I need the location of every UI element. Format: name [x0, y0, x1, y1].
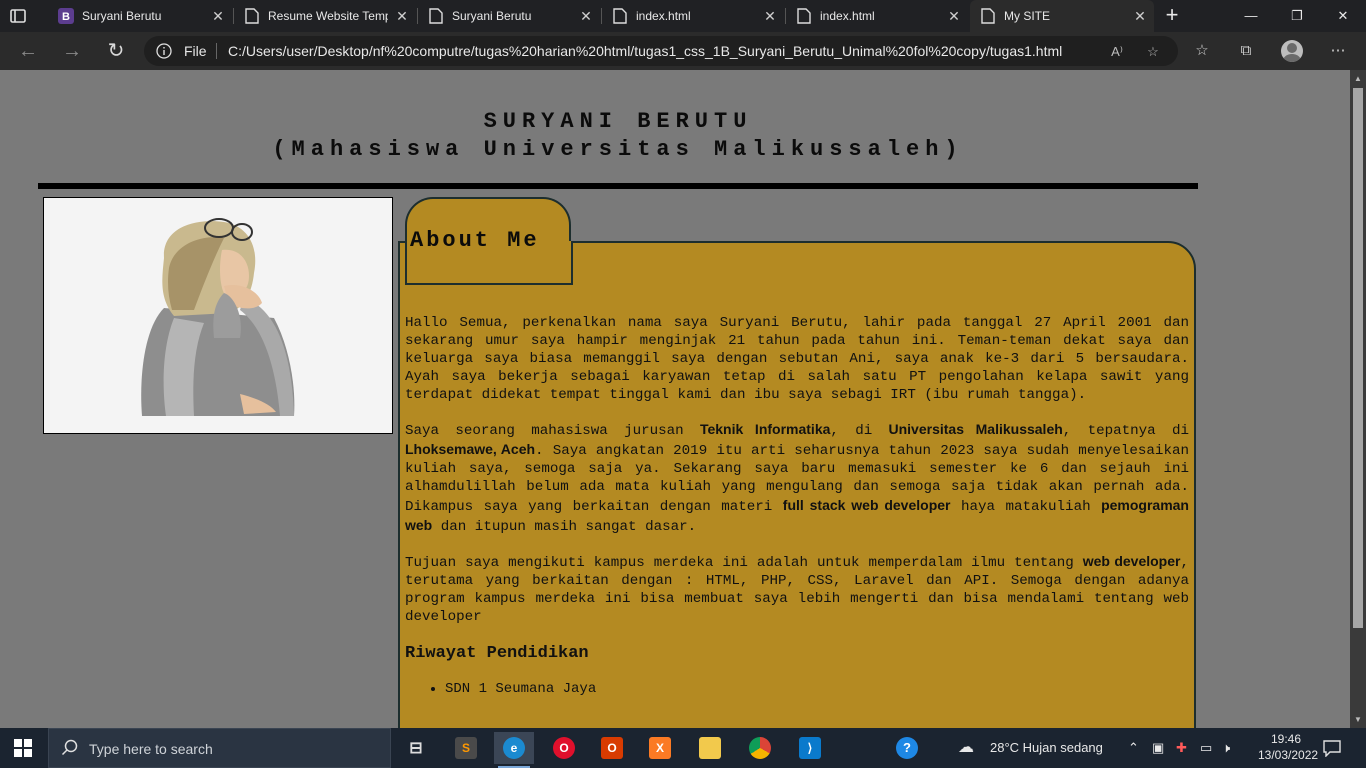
- document-icon: [428, 8, 444, 24]
- browser-tab[interactable]: Suryani Berutu ✕: [418, 0, 600, 32]
- windows-taskbar: Type here to search ⊟ S e O O X ⟩ ? ☁ 28…: [0, 728, 1366, 768]
- taskbar-app-vscode[interactable]: ⟩: [790, 732, 830, 764]
- page-viewport: SURYANI BERUTU (Mahasiswa Universitas Ma…: [0, 70, 1350, 728]
- volume-icon[interactable]: 🕨: [1222, 728, 1230, 768]
- read-aloud-icon[interactable]: A⁾: [1108, 43, 1126, 61]
- search-icon: [61, 739, 78, 756]
- page-scrollbar[interactable]: ▲ ▼: [1350, 70, 1366, 728]
- edge-icon: e: [503, 737, 525, 759]
- task-view-button[interactable]: ⊟: [396, 732, 436, 764]
- header-subtitle: (Mahasiswa Universitas Malikussaleh): [272, 137, 964, 162]
- favorites-icon[interactable]: ☆: [1192, 41, 1212, 61]
- browser-tab[interactable]: index.html ✕: [786, 0, 968, 32]
- tab-title: Resume Website Temp: [268, 9, 388, 23]
- tab-title: index.html: [820, 9, 875, 23]
- browser-tab[interactable]: index.html ✕: [602, 0, 784, 32]
- document-icon: [244, 8, 260, 24]
- document-icon: [612, 8, 628, 24]
- chevron-up-icon[interactable]: ⌃: [1128, 728, 1139, 768]
- restore-button[interactable]: ❐: [1274, 0, 1320, 32]
- minimize-button[interactable]: —: [1228, 0, 1274, 32]
- new-tab-button[interactable]: +: [1160, 4, 1184, 28]
- opera-icon: O: [553, 737, 575, 759]
- close-tab-icon[interactable]: ✕: [1132, 8, 1148, 24]
- back-button[interactable]: ←: [16, 39, 40, 63]
- document-icon: [980, 8, 996, 24]
- taskbar-clock[interactable]: 19:46 13/03/2022: [1258, 731, 1319, 763]
- taskbar-app-edge[interactable]: e: [494, 732, 534, 768]
- clock-date: 13/03/2022: [1258, 748, 1319, 762]
- search-placeholder: Type here to search: [89, 741, 213, 757]
- list-item: SDN 1 Seumana Jaya: [445, 680, 1189, 698]
- taskbar-app-chrome[interactable]: [740, 732, 780, 764]
- close-tab-icon[interactable]: ✕: [210, 8, 226, 24]
- close-tab-icon[interactable]: ✕: [946, 8, 962, 24]
- tab-title: Suryani Berutu: [452, 9, 532, 23]
- browser-toolbar: ← → ↻ File C:/Users/user/Desktop/nf%20co…: [0, 32, 1366, 70]
- scheme-label: File: [184, 43, 207, 59]
- education-heading: Riwayat Pendidikan: [405, 644, 589, 663]
- svg-text:B: B: [62, 11, 70, 23]
- scroll-up-icon[interactable]: ▲: [1354, 74, 1362, 83]
- about-paragraph-1: Hallo Semua, perkenalkan nama saya Surya…: [405, 315, 1189, 403]
- help-icon[interactable]: ?: [896, 728, 918, 768]
- notification-icon[interactable]: [1322, 739, 1342, 757]
- browser-tab[interactable]: Resume Website Temp ✕: [234, 0, 416, 32]
- taskbar-app-opera[interactable]: O: [544, 732, 584, 764]
- office-icon: O: [601, 737, 623, 759]
- about-paragraph-3: Tujuan saya mengikuti kampus merdeka ini…: [405, 553, 1189, 625]
- site-header: SURYANI BERUTU (Mahasiswa Universitas Ma…: [0, 108, 1236, 164]
- info-icon[interactable]: [156, 43, 172, 59]
- taskbar-search[interactable]: Type here to search: [48, 728, 391, 768]
- add-favorite-icon[interactable]: ☆: [1144, 43, 1162, 61]
- about-content: Hallo Semua, perkenalkan nama saya Surya…: [405, 314, 1189, 698]
- taskbar-app-office[interactable]: O: [592, 732, 632, 764]
- scrollbar-thumb[interactable]: [1353, 88, 1363, 628]
- taskbar-app-explorer[interactable]: [690, 732, 730, 764]
- tab-title: index.html: [636, 9, 691, 23]
- education-list: SDN 1 Seumana Jaya: [405, 680, 1189, 698]
- header-divider: [38, 183, 1198, 189]
- document-icon: [796, 8, 812, 24]
- tab-title: Suryani Berutu: [82, 9, 162, 23]
- windows-start-icon[interactable]: [14, 739, 32, 757]
- refresh-button[interactable]: ↻: [104, 39, 128, 63]
- close-tab-icon[interactable]: ✕: [762, 8, 778, 24]
- battery-icon[interactable]: ▭: [1200, 728, 1212, 768]
- collections-icon[interactable]: ⧉: [1236, 41, 1256, 61]
- profile-photo: [43, 197, 393, 434]
- header-name: SURYANI BERUTU: [483, 109, 753, 134]
- close-tab-icon[interactable]: ✕: [578, 8, 594, 24]
- tab-title: My SITE: [1004, 9, 1051, 23]
- clock-time: 19:46: [1270, 732, 1302, 746]
- sublime-icon: S: [455, 737, 477, 759]
- more-options-icon[interactable]: ⋯: [1328, 41, 1348, 61]
- scroll-down-icon[interactable]: ▼: [1354, 715, 1362, 724]
- tray-app-icon[interactable]: ▣: [1152, 728, 1164, 768]
- folder-icon: [699, 737, 721, 759]
- taskbar-app-sublime[interactable]: S: [446, 732, 486, 764]
- close-window-button[interactable]: ✕: [1320, 0, 1366, 32]
- close-tab-icon[interactable]: ✕: [394, 8, 410, 24]
- address-bar[interactable]: File C:/Users/user/Desktop/nf%20computre…: [144, 36, 1178, 66]
- browser-tab-strip: B Suryani Berutu ✕ Resume Website Temp ✕…: [0, 0, 1366, 32]
- xampp-icon: X: [649, 737, 671, 759]
- chrome-icon: [749, 737, 771, 759]
- girl-illustration: [44, 198, 392, 433]
- browser-tab[interactable]: B Suryani Berutu ✕: [48, 0, 232, 32]
- profile-avatar[interactable]: [1281, 40, 1303, 62]
- vscode-icon: ⟩: [799, 737, 821, 759]
- tray-gift-icon[interactable]: ✚: [1176, 728, 1187, 768]
- url-text[interactable]: C:/Users/user/Desktop/nf%20computre/tuga…: [228, 43, 1062, 59]
- about-paragraph-2: Saya seorang mahasiswa jurusan Teknik In…: [405, 421, 1189, 535]
- tab-actions-icon[interactable]: [8, 6, 28, 26]
- weather-icon[interactable]: ☁: [958, 728, 974, 768]
- browser-tab-active[interactable]: My SITE ✕: [970, 0, 1154, 32]
- bootstrap-icon: B: [58, 8, 74, 24]
- task-view-icon: ⊟: [409, 740, 423, 757]
- taskbar-app-xampp[interactable]: X: [640, 732, 680, 764]
- forward-button[interactable]: →: [60, 39, 84, 63]
- weather-text[interactable]: 28°C Hujan sedang: [990, 728, 1103, 768]
- about-title: About Me: [410, 228, 540, 253]
